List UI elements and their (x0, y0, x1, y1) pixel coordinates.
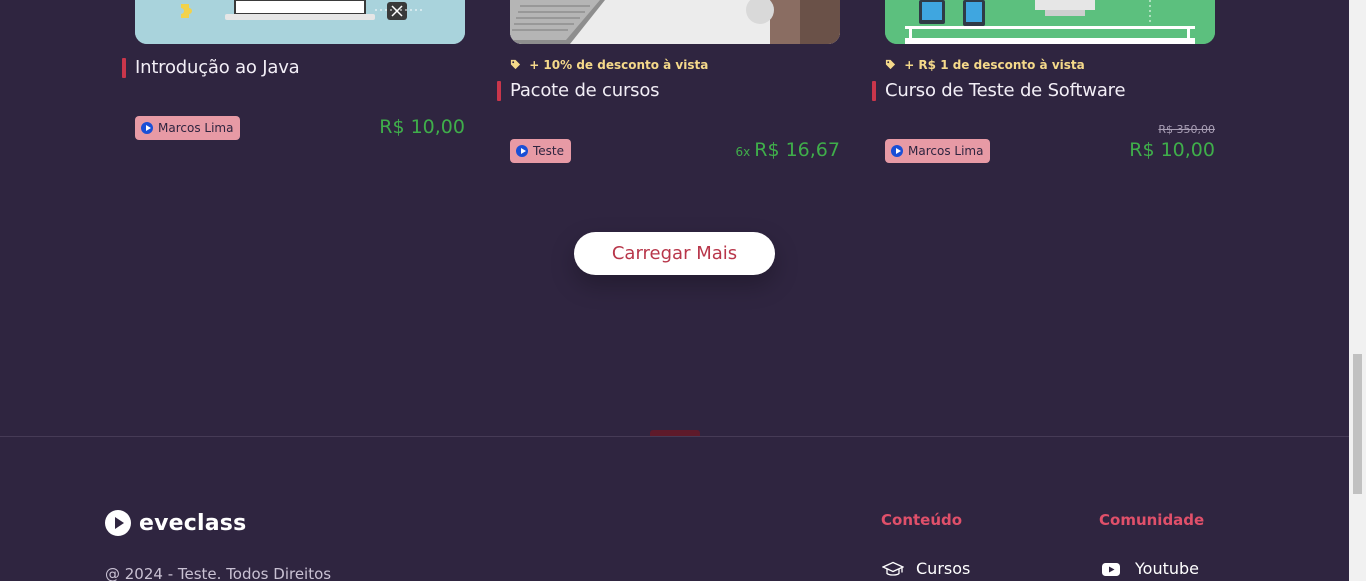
discount-text: + R$ 1 de desconto à vista (904, 58, 1085, 72)
play-icon (516, 145, 528, 157)
section-divider (0, 436, 1349, 437)
footer-heading-content: Conteúdo (881, 511, 963, 529)
course-price: R$ 10,00 (1129, 139, 1215, 161)
copyright-text: @ 2024 - Teste. Todos Direitos (105, 565, 332, 581)
course-thumbnail[interactable] (885, 0, 1215, 44)
scrollbar-thumb[interactable] (1353, 354, 1362, 494)
author-badge[interactable]: Marcos Lima (135, 116, 241, 140)
youtube-icon (1102, 562, 1120, 576)
footer-link-youtube[interactable]: Youtube (1101, 559, 1199, 578)
divider-accent (650, 430, 700, 436)
brand-name: eveclass (139, 510, 247, 536)
course-price: 6x R$ 16,67 (736, 139, 840, 161)
installments: 6x (735, 145, 751, 159)
discount-text: + 10% de desconto à vista (529, 58, 709, 72)
footer-brand[interactable]: eveclass (105, 510, 246, 536)
brand-logo-icon (105, 510, 131, 536)
load-more-button[interactable]: Carregar Mais (574, 232, 775, 275)
price-value: R$ 10,00 (379, 116, 465, 138)
author-name: Marcos Lima (158, 121, 234, 135)
author-badge[interactable]: Teste (510, 139, 572, 163)
footer-link-label: Youtube (1135, 559, 1199, 578)
footer-heading-community: Comunidade (1099, 511, 1205, 529)
page-scrollbar[interactable] (1349, 0, 1366, 581)
discount-label: + R$ 1 de desconto à vista (885, 58, 1085, 72)
graduation-cap-icon (882, 561, 904, 576)
discount-label: + 10% de desconto à vista (510, 58, 708, 72)
course-price: R$ 10,00 (379, 116, 465, 138)
course-title[interactable]: Introdução ao Java (122, 57, 300, 78)
course-thumbnail[interactable] (135, 0, 465, 44)
tag-icon (885, 59, 896, 70)
old-price: R$ 350,00 (1158, 123, 1215, 136)
tag-icon (510, 59, 521, 70)
author-name: Teste (533, 144, 565, 158)
author-name: Marcos Lima (908, 144, 984, 158)
course-title[interactable]: Curso de Teste de Software (872, 80, 1126, 101)
footer-link-label: Cursos (916, 559, 971, 578)
author-badge[interactable]: Marcos Lima (885, 139, 991, 163)
footer-link-courses[interactable]: Cursos (882, 559, 970, 578)
play-icon (891, 145, 903, 157)
price-value: R$ 10,00 (1129, 139, 1215, 161)
course-thumbnail[interactable] (510, 0, 840, 44)
course-title[interactable]: Pacote de cursos (497, 80, 660, 101)
play-icon (141, 122, 153, 134)
price-value: R$ 16,67 (754, 139, 840, 161)
